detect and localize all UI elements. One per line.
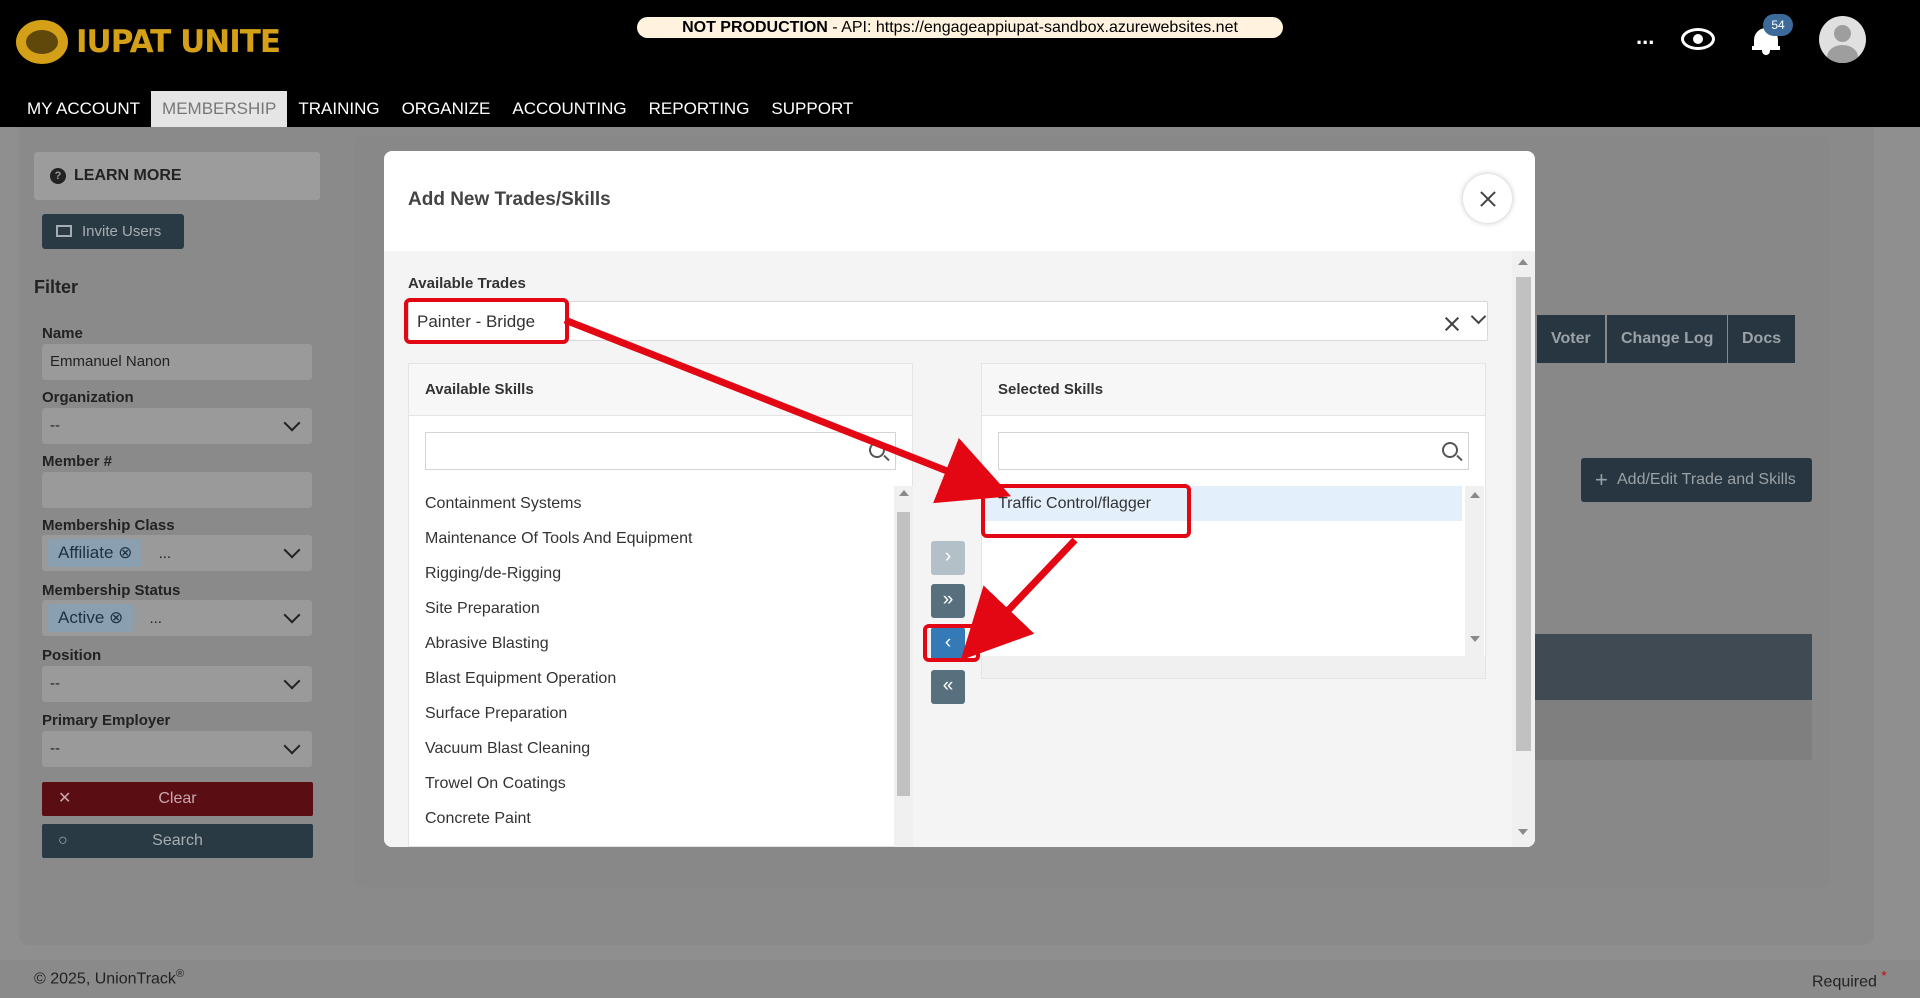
annotation-arrows [563,316,1078,661]
arrow-trade-to-selected [563,316,1012,504]
arrow-selected-to-move-left [960,537,1078,661]
